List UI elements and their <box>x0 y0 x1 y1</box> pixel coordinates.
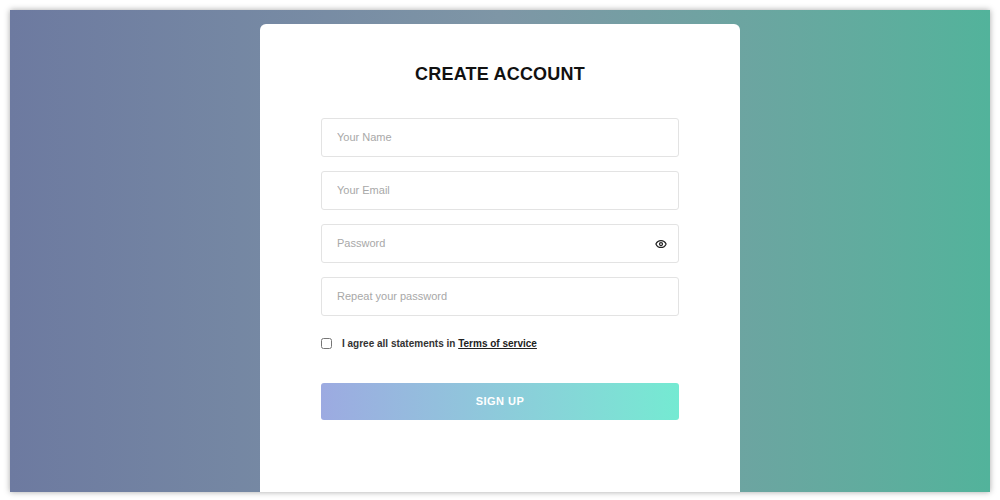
page: CREATE ACCOUNT I agree all statements in … <box>0 0 1000 500</box>
terms-link[interactable]: Terms of service <box>458 338 537 349</box>
text-input[interactable] <box>321 118 679 157</box>
input-field-wrapper <box>321 118 679 157</box>
eye-icon[interactable] <box>655 238 667 250</box>
text-input[interactable] <box>321 171 679 210</box>
input-field-wrapper <box>321 171 679 210</box>
card-title: CREATE ACCOUNT <box>415 62 585 86</box>
terms-label: I agree all statements in Terms of servi… <box>342 336 537 351</box>
input-field-wrapper <box>321 224 679 263</box>
terms-row[interactable]: I agree all statements in Terms of servi… <box>321 336 679 351</box>
background-photo: CREATE ACCOUNT I agree all statements in … <box>10 10 990 492</box>
text-input[interactable] <box>321 277 679 316</box>
signup-card: CREATE ACCOUNT I agree all statements in … <box>260 24 740 492</box>
field-list <box>321 118 679 316</box>
terms-checkbox[interactable] <box>321 338 332 349</box>
signup-button[interactable]: SIGN UP <box>321 383 679 420</box>
input-field-wrapper <box>321 277 679 316</box>
password-input[interactable] <box>321 224 679 263</box>
